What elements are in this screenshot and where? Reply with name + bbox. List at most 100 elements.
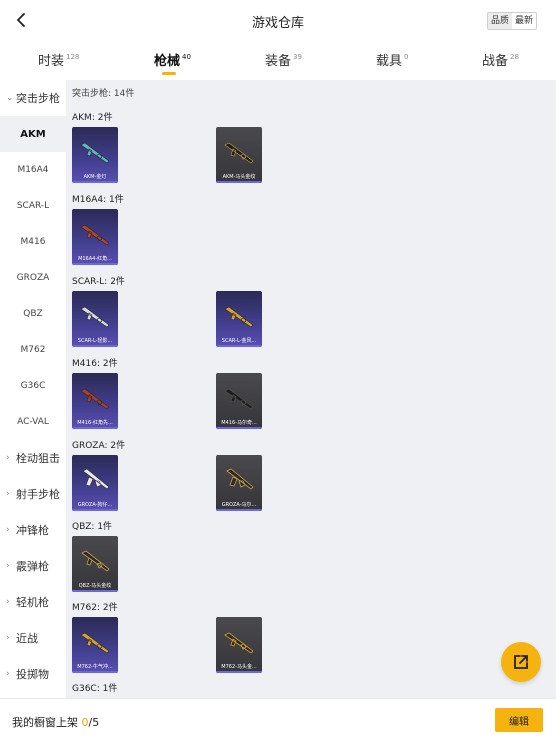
rarity-bar: [216, 671, 262, 673]
share-button[interactable]: [501, 642, 541, 682]
item-name: M416-红角先...: [77, 420, 113, 426]
sidebar-group-melee[interactable]: › 近战: [0, 620, 66, 656]
sidebar-item-ac-val[interactable]: AC-VAL: [0, 404, 66, 440]
rifle-icon: [80, 306, 110, 328]
sidebar-item-qbz[interactable]: QBZ: [0, 296, 66, 332]
sidebar-item-akm[interactable]: AKM: [0, 116, 66, 152]
chevron-right-icon: ›: [6, 561, 10, 571]
rifle-icon: [226, 468, 254, 490]
sidebar-group-label: 投掷物: [16, 668, 49, 681]
item-card[interactable]: M16A4-红角...: [72, 209, 118, 265]
sidebar-item-scar-l[interactable]: SCAR-L: [0, 188, 66, 224]
item-card[interactable]: M762-牛气冲...: [72, 617, 118, 673]
sidebar-group-assault-rifles[interactable]: ⌄ 突击步枪: [0, 80, 66, 116]
item-card[interactable]: M416-马尔奇...: [216, 373, 262, 429]
rifle-icon: [80, 224, 110, 246]
sidebar-group-lmg[interactable]: › 轻机枪: [0, 584, 66, 620]
item-card[interactable]: GROZA-狗仔...: [72, 455, 118, 511]
sidebar-group-label: 霰弹枪: [16, 560, 49, 573]
item-name: QBZ-马头金纹: [78, 583, 112, 589]
header: 游戏仓库 品质 最新: [0, 0, 556, 42]
sidebar-item-m416[interactable]: M416: [0, 224, 66, 260]
sidebar-group-shotgun[interactable]: › 霰弹枪: [0, 548, 66, 584]
item-card[interactable]: SCAR-L-轻影...: [72, 291, 118, 347]
tab-label: 装备: [265, 54, 292, 69]
sidebar-group-throwables[interactable]: › 投掷物: [0, 656, 66, 692]
rifle-icon: [81, 550, 110, 572]
section-title: QBZ: 1件: [72, 522, 113, 532]
tab-label: 枪械: [154, 54, 181, 69]
sort-option-newest[interactable]: 最新: [512, 13, 536, 29]
rarity-bar: [72, 427, 118, 429]
chevron-right-icon: ›: [6, 597, 10, 607]
item-name: M16A4-红角...: [78, 256, 112, 262]
item-card[interactable]: AKM-马头金纹: [216, 127, 262, 183]
tab-combat-supplies[interactable]: 战备 28: [482, 50, 519, 69]
section-title: G36C: 1件: [72, 684, 118, 694]
sidebar-item-groza[interactable]: GROZA: [0, 260, 66, 296]
sidebar-group-bolt-sniper[interactable]: › 栓动狙击: [0, 440, 66, 476]
sidebar-group-label: 射手步枪: [16, 488, 60, 501]
rarity-bar: [216, 181, 262, 183]
tab-vehicles[interactable]: 载具 0: [376, 50, 408, 69]
section-title: AKM: 2件: [72, 113, 113, 123]
tab-firearms[interactable]: 枪械 40: [154, 50, 191, 75]
sidebar-group-smg[interactable]: › 冲锋枪: [0, 512, 66, 548]
sidebar-group-label: 突击步枪: [16, 92, 60, 105]
tab-equipment[interactable]: 装备 39: [265, 50, 302, 69]
category-summary: 突击步枪: 14件: [72, 89, 135, 99]
item-card[interactable]: AKM-金灯: [72, 127, 118, 183]
showcase-label: 我的橱窗上架: [12, 716, 78, 729]
rifle-icon: [224, 142, 254, 164]
item-grid: 突击步枪: 14件 AKM: 2件 AKM-金灯 AKM-马头金纹 M16A4:…: [66, 80, 556, 698]
sort-option-quality[interactable]: 品质: [487, 13, 512, 29]
tab-label: 载具: [376, 54, 403, 69]
rarity-bar: [72, 181, 118, 183]
section-title: SCAR-L: 2件: [72, 277, 125, 287]
item-name: M762-牛气冲...: [77, 664, 113, 670]
item-card[interactable]: QBZ-马头金纹: [72, 536, 118, 592]
item-name: AKM-金灯: [83, 174, 107, 180]
sidebar-group-marksman[interactable]: › 射手步枪: [0, 476, 66, 512]
item-card[interactable]: M416-红角先...: [72, 373, 118, 429]
item-name: AKM-马头金纹: [222, 174, 256, 180]
sidebar-item-m762[interactable]: M762: [0, 332, 66, 368]
rifle-icon: [80, 632, 110, 654]
showcase-total: /5: [88, 716, 100, 729]
rifle-icon: [224, 306, 254, 328]
edit-button[interactable]: 编辑: [495, 708, 543, 732]
sidebar-item-g36c[interactable]: G36C: [0, 368, 66, 404]
sidebar-group-label: 近战: [16, 632, 38, 645]
sidebar-item-m16a4[interactable]: M16A4: [0, 152, 66, 188]
chevron-right-icon: ›: [6, 669, 10, 679]
warehouse-screen: 游戏仓库 品质 最新 时装 128 枪械 40 装备 39 载具 0 战备 28 ⌄ 突击…: [0, 0, 556, 741]
section-title: GROZA: 2件: [72, 441, 126, 451]
rifle-icon: [80, 388, 110, 410]
tab-fashion[interactable]: 时装 128: [38, 50, 79, 69]
active-tab-indicator: [162, 72, 176, 75]
tab-count: 40: [182, 53, 191, 61]
rarity-bar: [72, 509, 118, 511]
item-name: GROZA-狗仔...: [77, 502, 113, 508]
item-card[interactable]: SCAR-L-金风...: [216, 291, 262, 347]
chevron-right-icon: ›: [6, 525, 10, 535]
chevron-right-icon: ›: [6, 633, 10, 643]
section-title: M416: 2件: [72, 359, 118, 369]
category-tabs: 时装 128 枪械 40 装备 39 载具 0 战备 28: [0, 46, 556, 78]
item-name: M416-马尔奇...: [221, 420, 257, 426]
showcase-status: 我的橱窗上架 0/5: [12, 714, 99, 730]
sidebar-group-label: 冲锋枪: [16, 524, 49, 537]
rarity-bar: [216, 509, 262, 511]
item-name: SCAR-L-金风...: [221, 338, 257, 344]
tab-count: 28: [510, 53, 519, 61]
item-card[interactable]: GROZA-马尔...: [216, 455, 262, 511]
showcase-current-count: 0: [81, 716, 89, 729]
footer-bar: 我的橱窗上架 0/5 编辑: [0, 698, 556, 741]
rifle-icon: [82, 468, 110, 490]
rarity-bar: [72, 671, 118, 673]
item-card[interactable]: M762-马头金...: [216, 617, 262, 673]
tab-count: 0: [404, 53, 409, 61]
section-title: M762: 2件: [72, 603, 118, 613]
tab-label: 时装: [38, 54, 65, 69]
tab-label: 战备: [482, 54, 509, 69]
